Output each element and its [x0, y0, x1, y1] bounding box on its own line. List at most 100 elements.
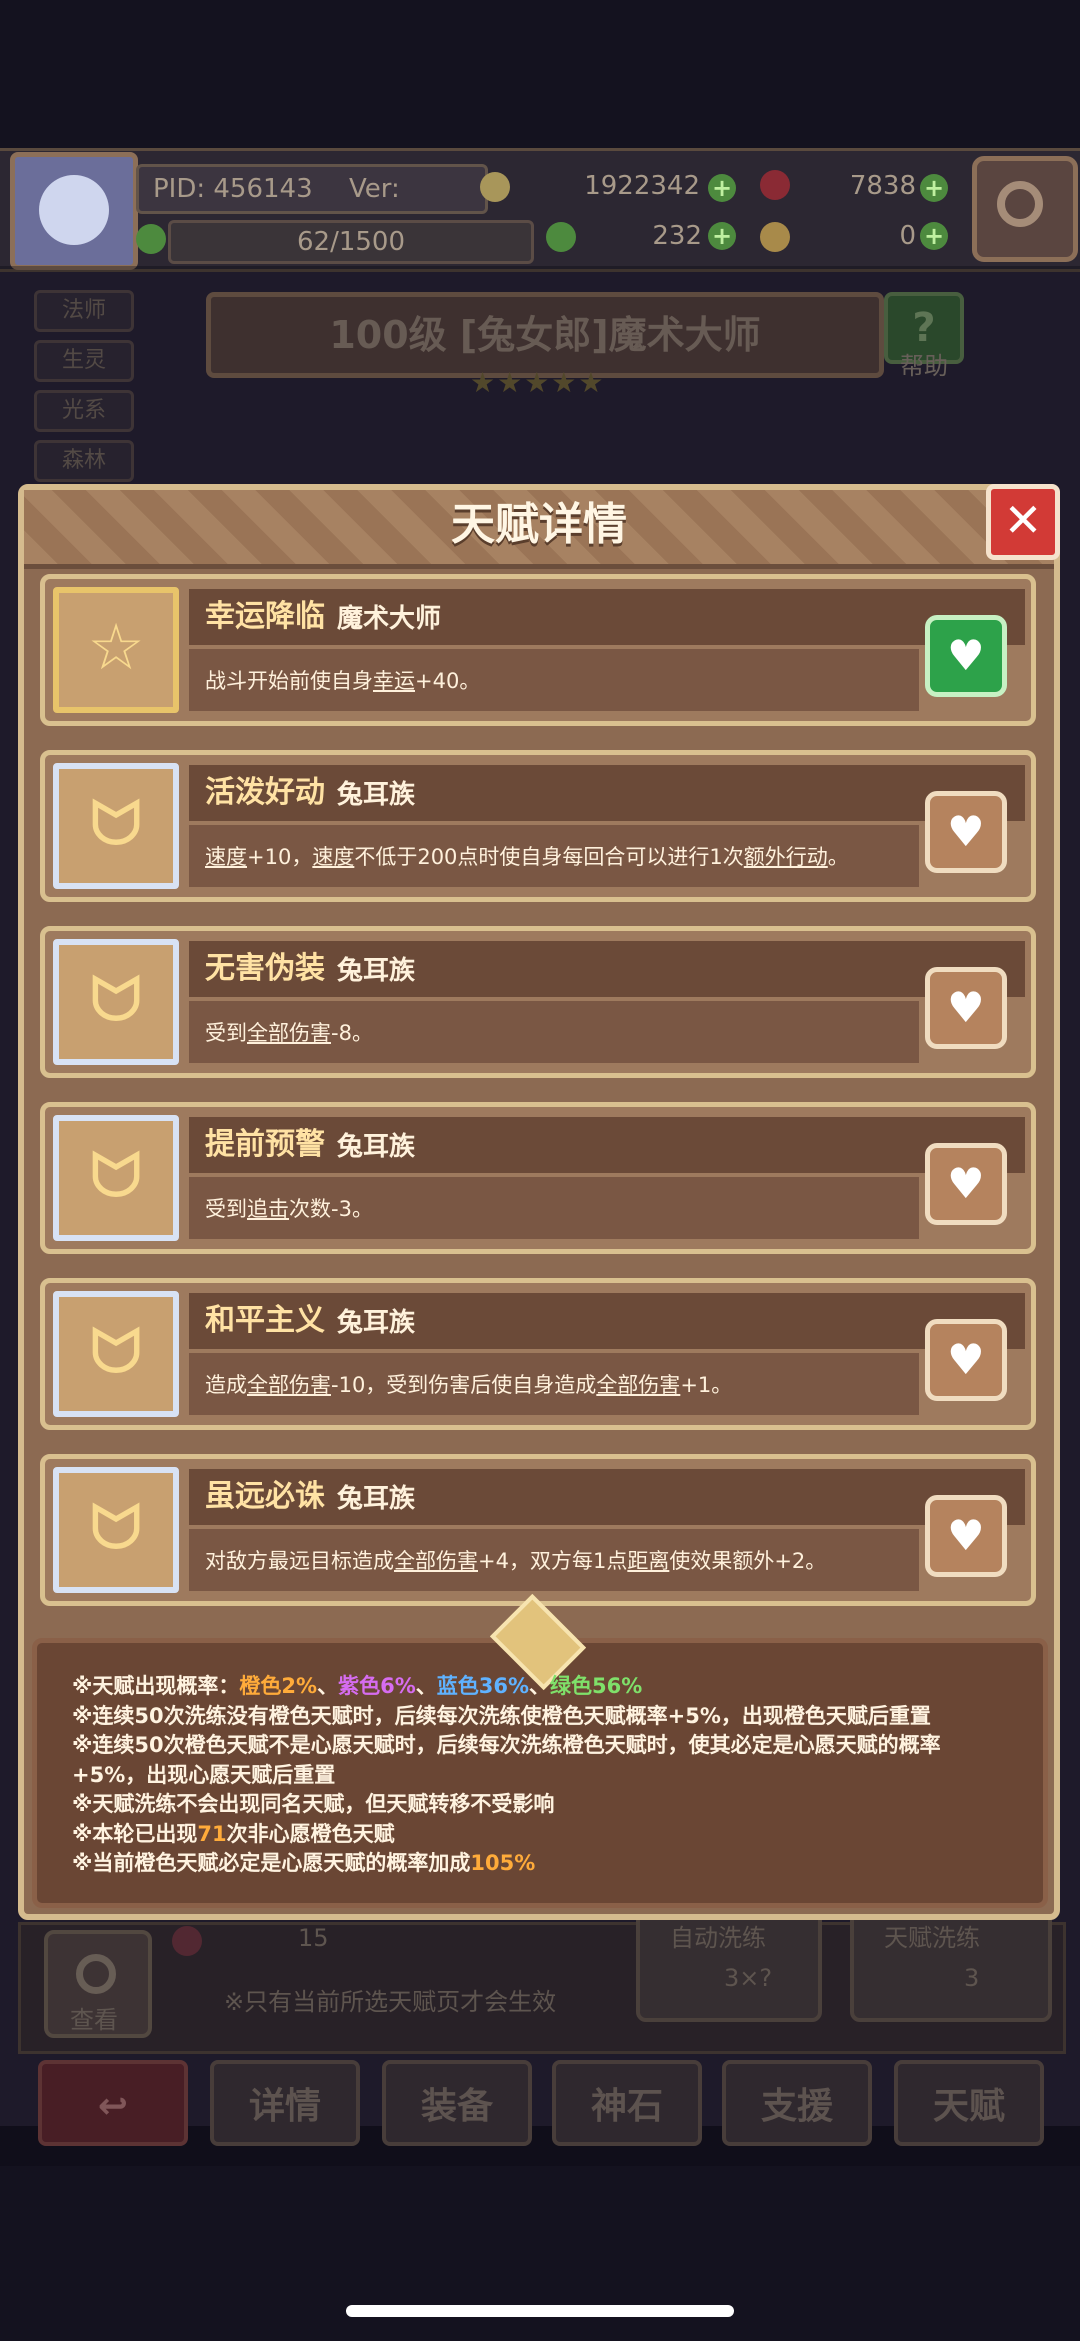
non-wish-count: 71 — [197, 1821, 227, 1846]
gold-coin-icon — [480, 172, 510, 202]
talent-name: 活泼好动 — [205, 775, 325, 810]
close-icon: ✕ — [1003, 493, 1043, 547]
add-gold-button[interactable]: + — [708, 174, 736, 202]
desc-text: +4，双方每1点 — [478, 1549, 628, 1573]
blue-rate: 蓝色36% — [436, 1674, 529, 1698]
heart-icon: ♥ — [947, 983, 985, 1032]
talent-name: 无害伪装 — [205, 951, 325, 986]
rabbit-icon-glyph: ᗢ — [89, 787, 143, 861]
rabbit-icon: ᗢ — [53, 939, 179, 1065]
rabbit-icon: ᗢ — [53, 763, 179, 889]
gem-amount: 7838 — [849, 171, 916, 201]
talent-description: 受到全部伤害-8。 — [205, 1011, 373, 1055]
talent-tribe: 兔耳族 — [337, 1132, 416, 1162]
purple-rate: 紫色6% — [338, 1674, 416, 1698]
home-indicator[interactable] — [346, 2305, 734, 2317]
exp-bar: 62/1500 — [168, 220, 534, 264]
add-key-button[interactable]: + — [920, 222, 948, 250]
talent-name: 虽远必诛 — [205, 1479, 325, 1514]
wish-heart-button[interactable]: ♥ — [925, 791, 1007, 873]
talent-description: 战斗开始前使自身幸运+40。 — [205, 659, 480, 703]
ruby-icon — [760, 170, 790, 200]
info-line-4: ※天赋洗练不会出现同名天赋，但天赋转移不受影响 — [72, 1792, 555, 1816]
heart-icon: ♥ — [947, 1159, 985, 1208]
exp-clover-icon — [136, 224, 166, 254]
talent-name: 幸运降临 — [205, 599, 325, 634]
pid-text: PID: 456143 — [153, 174, 313, 204]
talent-tribe: 兔耳族 — [337, 1484, 416, 1514]
keyword-link[interactable]: 全部伤害 — [247, 1373, 331, 1397]
orange-rate: 橙色2% — [239, 1674, 318, 1698]
info-line-5: ※本轮已出现71次非心愿橙色天赋 — [72, 1821, 395, 1846]
wish-heart-button[interactable]: ♥ — [925, 967, 1007, 1049]
desc-text: 次数-3。 — [289, 1197, 373, 1221]
talent-description: 对敌方最远目标造成全部伤害+4，双方每1点距离使效果额外+2。 — [205, 1539, 826, 1583]
wish-bonus: 105% — [470, 1851, 536, 1875]
wish-heart-button[interactable]: ♥ — [925, 1495, 1007, 1577]
desc-text: 不低于200点时使自身每回合可以进行1次 — [354, 845, 744, 869]
keyword-link[interactable]: 追击 — [247, 1197, 289, 1221]
close-button[interactable]: ✕ — [986, 484, 1060, 560]
wish-heart-button[interactable]: ♥ — [925, 1143, 1007, 1225]
key-icon — [760, 222, 790, 252]
info-line-2: ※连续50次洗练没有橙色天赋时，后续每次洗练使橙色天赋概率+5%，出现橙色天赋后… — [72, 1703, 931, 1728]
clover-amount: 232 — [652, 221, 702, 251]
talent-card: ᗢ 活泼好动 兔耳族 速度+10，速度不低于200点时使自身每回合可以进行1次额外行动… — [40, 750, 1036, 902]
keyword-link[interactable]: 全部伤害 — [247, 1021, 331, 1045]
keyword-link[interactable]: 全部伤害 — [596, 1373, 680, 1397]
talent-tribe: 兔耳族 — [337, 780, 416, 810]
desc-text: 受到 — [205, 1021, 247, 1045]
rabbit-icon-glyph: ᗢ — [89, 963, 143, 1037]
wish-heart-button[interactable]: ♥ — [925, 615, 1007, 697]
heart-icon: ♥ — [947, 1511, 985, 1560]
rabbit-icon: ᗢ — [53, 1115, 179, 1241]
add-clover-button[interactable]: + — [708, 222, 736, 250]
talent-tribe: 兔耳族 — [337, 1308, 416, 1338]
desc-text: 受到 — [205, 1197, 247, 1221]
keyword-link[interactable]: 额外行动 — [744, 845, 828, 869]
info-line-6: ※当前橙色天赋必定是心愿天赋的概率加成105% — [72, 1851, 536, 1875]
talent-tribe: 魔术大师 — [337, 604, 442, 634]
add-gem-button[interactable]: + — [920, 174, 948, 202]
talent-description: 受到追击次数-3。 — [205, 1187, 373, 1231]
clover-icon — [546, 222, 576, 252]
talent-name: 提前预警 — [205, 1127, 325, 1162]
talent-list: ☆ 幸运降临 魔术大师 战斗开始前使自身幸运+40。 ♥ ᗢ 活泼好动 兔耳族 速度+10，速度… — [40, 574, 1040, 1630]
avatar[interactable] — [10, 152, 138, 270]
exp-text: 62/1500 — [296, 227, 405, 257]
gold-amount: 1922342 — [584, 171, 700, 201]
rabbit-icon-glyph: ᗢ — [89, 1139, 143, 1213]
modal-title: 天赋详情 — [451, 499, 627, 550]
keyword-link[interactable]: 全部伤害 — [394, 1549, 478, 1573]
talent-description: 速度+10，速度不低于200点时使自身每回合可以进行1次额外行动。 — [205, 835, 849, 879]
pid-box: PID: 456143 Ver: 1.0.1.7 — [136, 164, 488, 248]
heart-icon: ♥ — [947, 631, 985, 680]
desc-text: +10， — [247, 845, 313, 869]
keyword-link[interactable]: 速度 — [312, 845, 354, 869]
star-icon: ☆ — [53, 587, 179, 713]
talent-card: ᗢ 提前预警 兔耳族受到追击次数-3。 ♥ — [40, 1102, 1036, 1254]
desc-text: +40。 — [415, 669, 481, 693]
rabbit-icon: ᗢ — [53, 1467, 179, 1593]
key-amount: 0 — [899, 221, 916, 251]
keyword-link[interactable]: 幸运 — [373, 669, 415, 693]
keyword-link[interactable]: 速度 — [205, 845, 247, 869]
settings-button[interactable] — [972, 156, 1078, 262]
talent-description: 造成全部伤害-10，受到伤害后使自身造成全部伤害+1。 — [205, 1363, 732, 1407]
heart-icon: ♥ — [947, 807, 985, 856]
wish-heart-button[interactable]: ♥ — [925, 1319, 1007, 1401]
talent-tribe: 兔耳族 — [337, 956, 416, 986]
talent-card: ☆ 幸运降临 魔术大师战斗开始前使自身幸运+40。 ♥ — [40, 574, 1036, 726]
desc-text: 造成 — [205, 1373, 247, 1397]
info-text: ※天赋出现概率：橙色2%、紫色6%、蓝色36%、绿色56% ※连续50次洗练没有… — [72, 1672, 1012, 1879]
star-icon-glyph: ☆ — [87, 611, 145, 685]
keyword-link[interactable]: 距离 — [627, 1549, 669, 1573]
heart-icon: ♥ — [947, 1335, 985, 1384]
rabbit-icon-glyph: ᗢ — [89, 1491, 143, 1565]
desc-text: +1。 — [680, 1373, 733, 1397]
green-rate: 绿色56% — [550, 1674, 643, 1698]
desc-text: 使效果额外+2。 — [669, 1549, 827, 1573]
desc-text: -10，受到伤害后使自身造成 — [331, 1373, 597, 1397]
talent-card: ᗢ 和平主义 兔耳族 造成全部伤害-10，受到伤害后使自身造成全部伤害+1。 ♥ — [40, 1278, 1036, 1430]
talent-card: ᗢ 虽远必诛 兔耳族对敌方最远目标造成全部伤害+4，双方每1点距离使效果额外+2。 ♥ — [40, 1454, 1036, 1606]
